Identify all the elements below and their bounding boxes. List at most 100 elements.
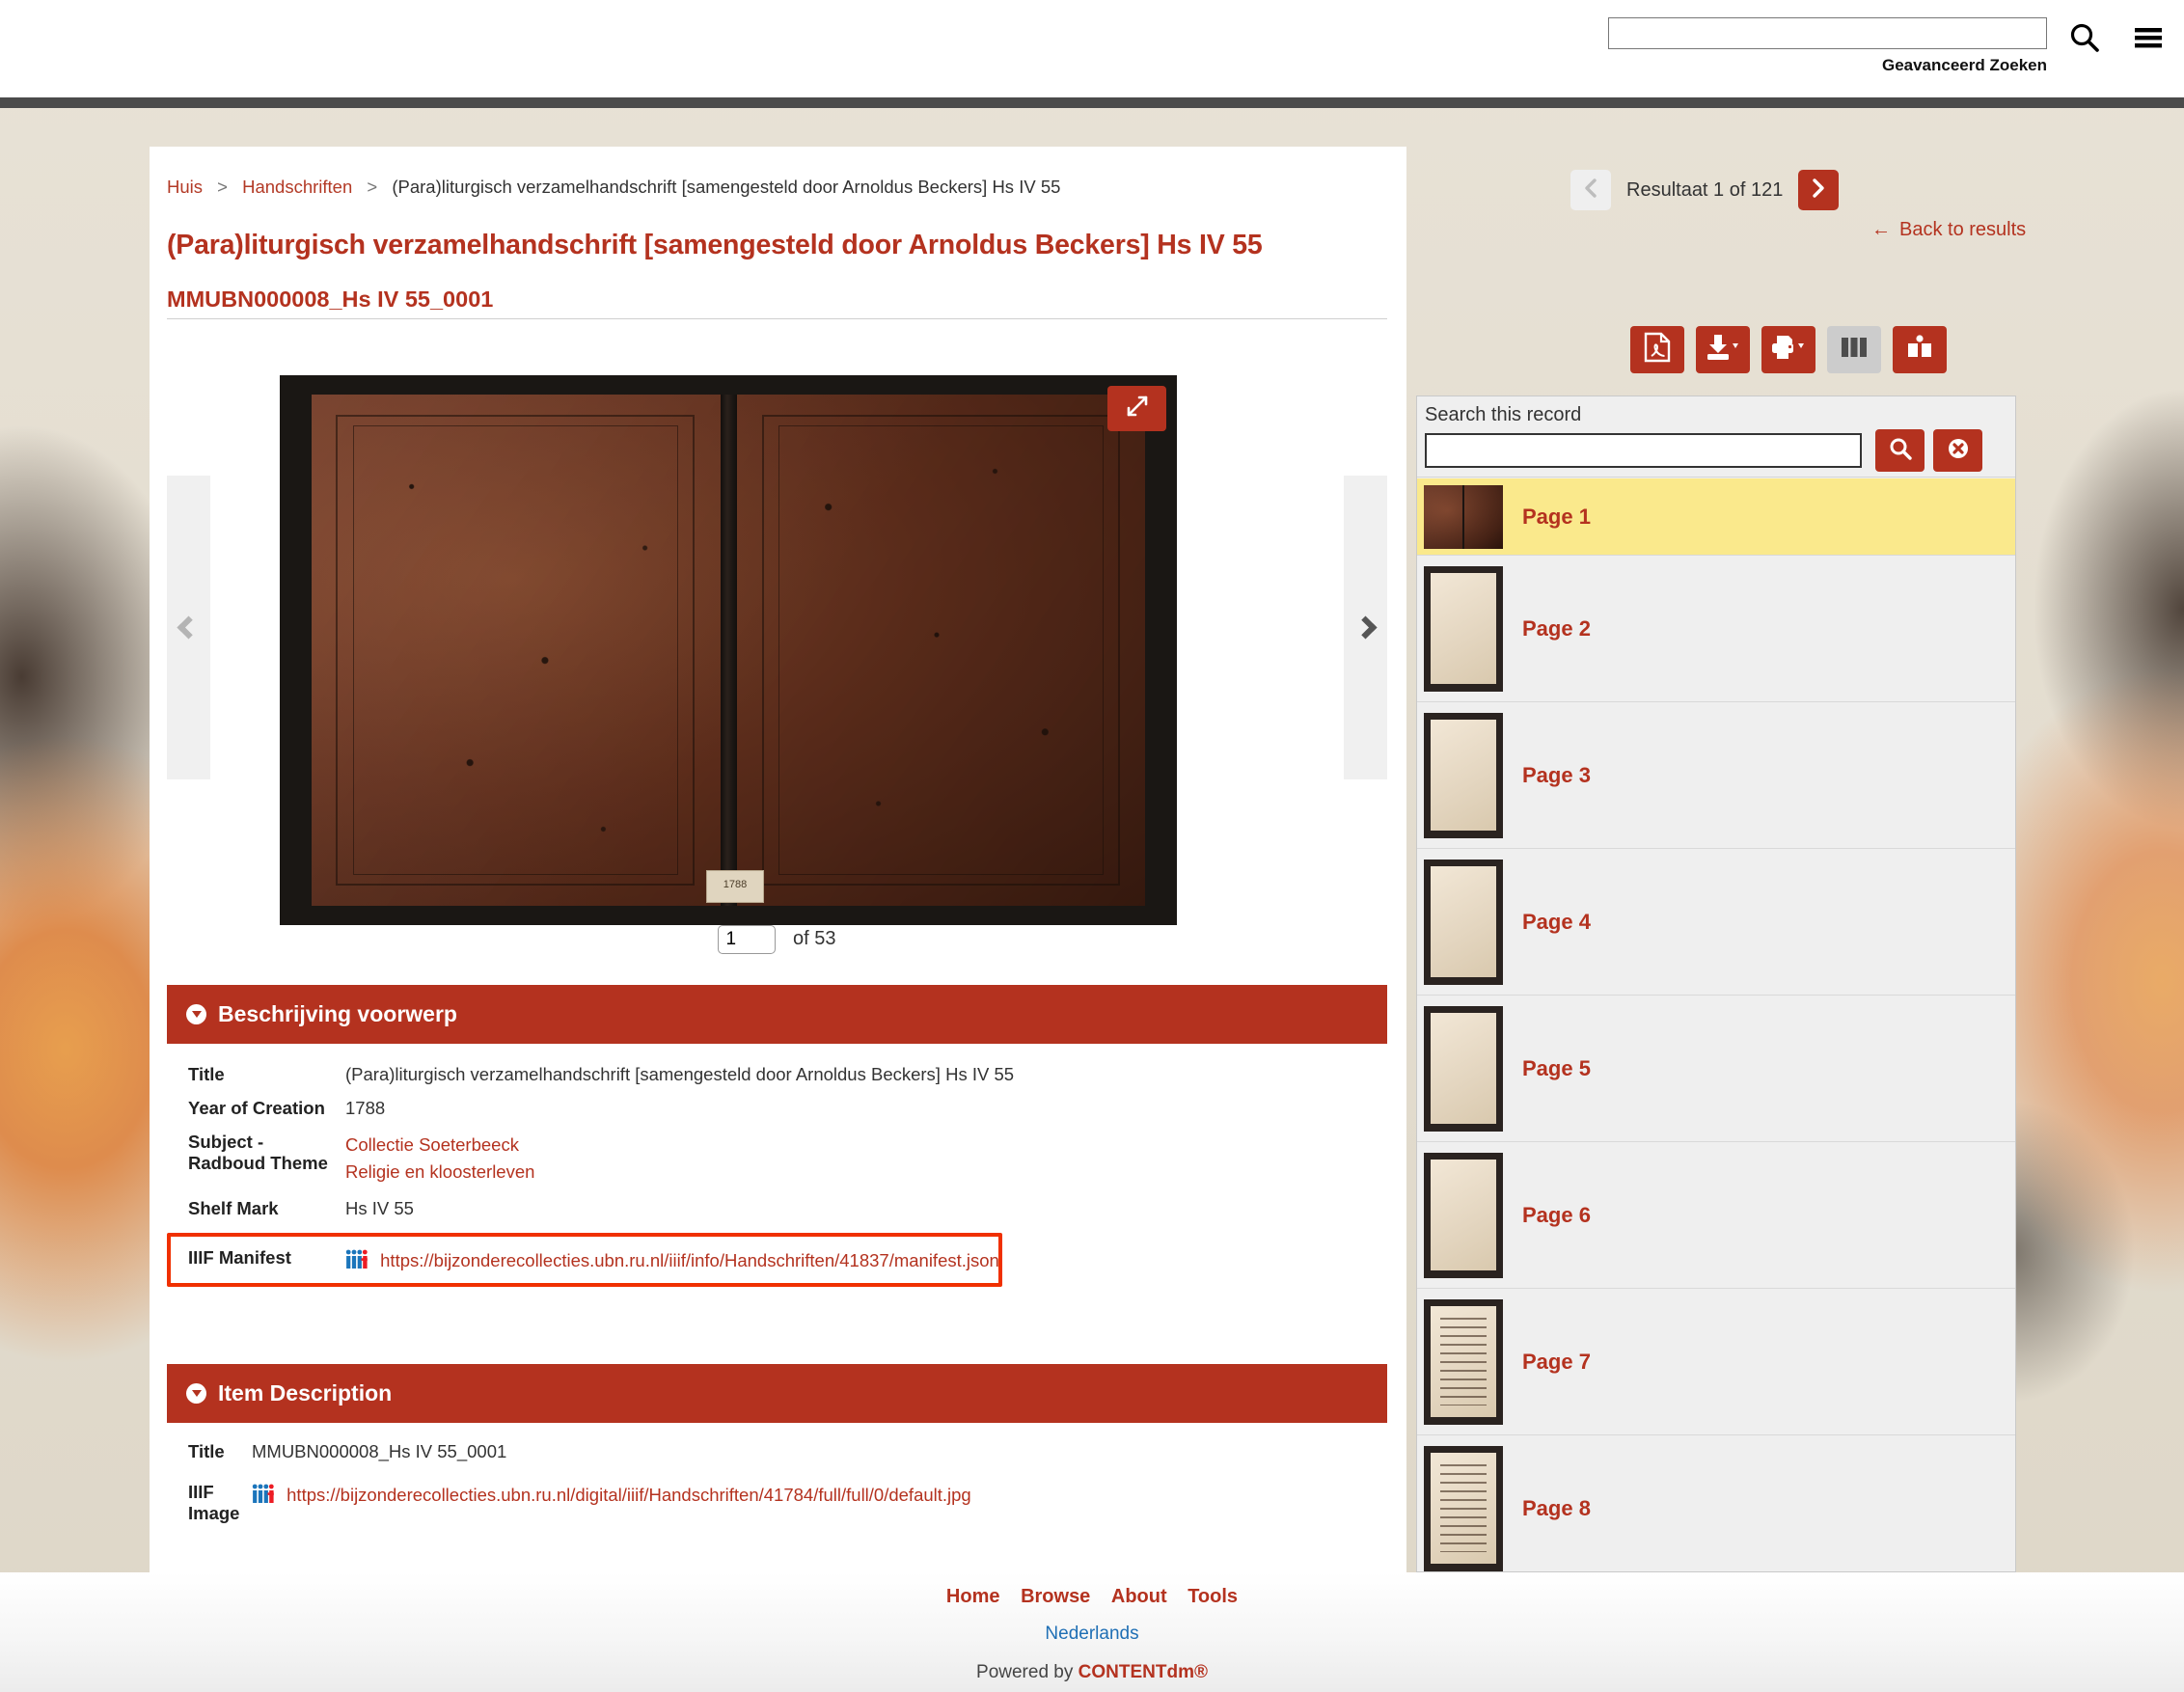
advanced-search-link[interactable]: Geavanceerd Zoeken [1608,56,2047,75]
open-book-icon [1905,333,1934,367]
row-value: Hs IV 55 [345,1197,414,1218]
title-divider [167,318,1387,319]
page-thumbnail [1424,565,1503,692]
search-record-input[interactable] [1425,433,1862,468]
manuscript-image[interactable]: 1788 [280,375,1177,925]
download-icon [1704,333,1742,367]
row-value: https://bijzonderecollecties.ubn.ru.nl/d… [252,1482,971,1524]
back-to-results-label: Back to results [1899,219,2027,240]
section-title-object-description: Beschrijving voorwerp [218,1001,457,1026]
page-thumbnail-list: Page 1 Page 2 Page 3 Page 4 Page 5 Page … [1417,478,2015,1571]
subject-link[interactable]: Religie en kloosterleven [345,1159,534,1186]
table-row: IIIF Image https://bijzonderecollecties.… [167,1462,1387,1524]
result-count-label: Resultaat 1 of 121 [1626,178,1784,201]
record-content-card: Huis > Handschriften > (Para)liturgisch … [150,147,1406,1572]
list-item[interactable]: Page 1 [1417,478,2015,556]
table-row: Title (Para)liturgisch verzamelhandschri… [167,1049,1387,1085]
cover-shelf-label: 1788 [705,870,765,904]
list-item[interactable]: Page 3 [1417,702,2015,849]
subject-link[interactable]: Collectie Soeterbeeck [345,1132,534,1159]
page-total-label: of 53 [793,928,836,949]
breadcrumb-home[interactable]: Huis [167,177,203,197]
page-thumbnail [1424,1152,1503,1278]
footer-link-home[interactable]: Home [946,1586,1000,1607]
next-result-button[interactable] [1798,170,1840,210]
viewer-next-page-button[interactable] [1344,476,1387,779]
record-toolbar [1630,326,1947,373]
row-label: Subject - Radboud Theme [188,1132,328,1173]
page-thumbnail [1424,1005,1503,1132]
breadcrumb-separator-2: > [367,177,378,197]
list-item[interactable]: Page 6 [1417,1142,2015,1289]
iiif-image-link[interactable]: https://bijzonderecollecties.ubn.ru.nl/d… [287,1485,971,1505]
cover-frame-left-inner [352,424,679,876]
row-label: Year of Creation [188,1098,325,1118]
footer-link-about[interactable]: About [1111,1586,1167,1607]
language-switch-link[interactable]: Nederlands [1045,1624,1138,1644]
back-to-results-link[interactable]: ← Back to results [1871,219,2026,241]
breadcrumb-current: (Para)liturgisch verzamelhandschrift [sa… [392,177,1061,197]
item-description-table: Title MMUBN000008_Hs IV 55_0001 IIIF Ima… [167,1426,1387,1524]
search-icon [1888,436,1913,466]
cover-frame-right-inner [778,424,1105,876]
breadcrumb-collection[interactable]: Handschriften [242,177,352,197]
global-search-input[interactable] [1608,17,2047,49]
page-browser-panel: Search this record Page 1 Page 2 Page 3 … [1416,396,2016,1572]
download-button[interactable] [1696,326,1750,373]
footer-link-tools[interactable]: Tools [1188,1586,1238,1607]
search-icon[interactable] [2068,21,2101,59]
page-thumbnail [1424,1445,1503,1571]
chevron-right-icon [1811,177,1826,204]
printer-icon [1769,333,1808,367]
page-label: Page 8 [1522,1495,1591,1520]
table-row: Subject - Radboud Theme Collectie Soeter… [167,1119,1387,1186]
chevron-left-icon [1583,177,1598,204]
list-item[interactable]: Page 5 [1417,996,2015,1142]
section-header-item-description[interactable]: Item Description [167,1364,1387,1423]
breadcrumb: Huis > Handschriften > (Para)liturgisch … [167,177,1060,198]
row-value: 1788 [345,1098,386,1118]
section-header-object-description[interactable]: Beschrijving voorwerp [167,985,1387,1044]
page-label: Page 6 [1522,1202,1591,1227]
viewer-previous-page-button[interactable] [167,476,210,779]
reader-view-button[interactable] [1893,326,1947,373]
search-this-record: Search this record [1417,396,2015,478]
pdf-button[interactable] [1630,326,1684,373]
header-search-wrap: Geavanceerd Zoeken [1608,17,2047,75]
columns-view-icon [1840,333,1869,367]
page-thumbnail [1424,1298,1503,1425]
row-label: Title [188,1064,225,1084]
previous-result-button[interactable] [1570,170,1611,210]
footer-link-browse[interactable]: Browse [1021,1586,1090,1607]
list-item[interactable]: Page 4 [1417,849,2015,996]
iiif-manifest-highlight [167,1233,1002,1287]
hamburger-menu-icon[interactable] [2132,21,2165,59]
page-navigator: of 53 [167,925,1387,954]
chevron-left-icon [177,615,201,640]
list-item[interactable]: Page 8 [1417,1435,2015,1571]
page-thumbnail [1424,859,1503,985]
table-row: Shelf Mark Hs IV 55 [167,1186,1387,1219]
page-label: Page 5 [1522,1055,1591,1080]
page-label: Page 7 [1522,1349,1591,1374]
compare-view-button[interactable] [1827,326,1881,373]
list-item[interactable]: Page 7 [1417,1289,2015,1435]
site-header: Geavanceerd Zoeken [0,0,2184,97]
pdf-file-icon [1643,332,1672,368]
print-button[interactable] [1761,326,1815,373]
table-row: Title MMUBN000008_Hs IV 55_0001 [167,1426,1387,1462]
table-row: Year of Creation 1788 [167,1085,1387,1119]
row-label: IIIF Image [188,1482,240,1523]
page-label: Page 2 [1522,615,1591,641]
page-label: Page 1 [1522,504,1591,529]
page-number-input[interactable] [718,925,777,954]
search-record-submit-button[interactable] [1875,429,1925,472]
search-record-clear-button[interactable] [1933,429,1982,472]
page-label: Page 4 [1522,909,1591,934]
iiif-logo-icon [252,1484,274,1509]
fullscreen-button[interactable] [1107,386,1166,431]
footer-language: Nederlands [0,1624,2184,1645]
image-viewer: 1788 of 53 [167,339,1387,954]
contentdm-brand: CONTENTdm® [1078,1662,1208,1682]
list-item[interactable]: Page 2 [1417,556,2015,702]
